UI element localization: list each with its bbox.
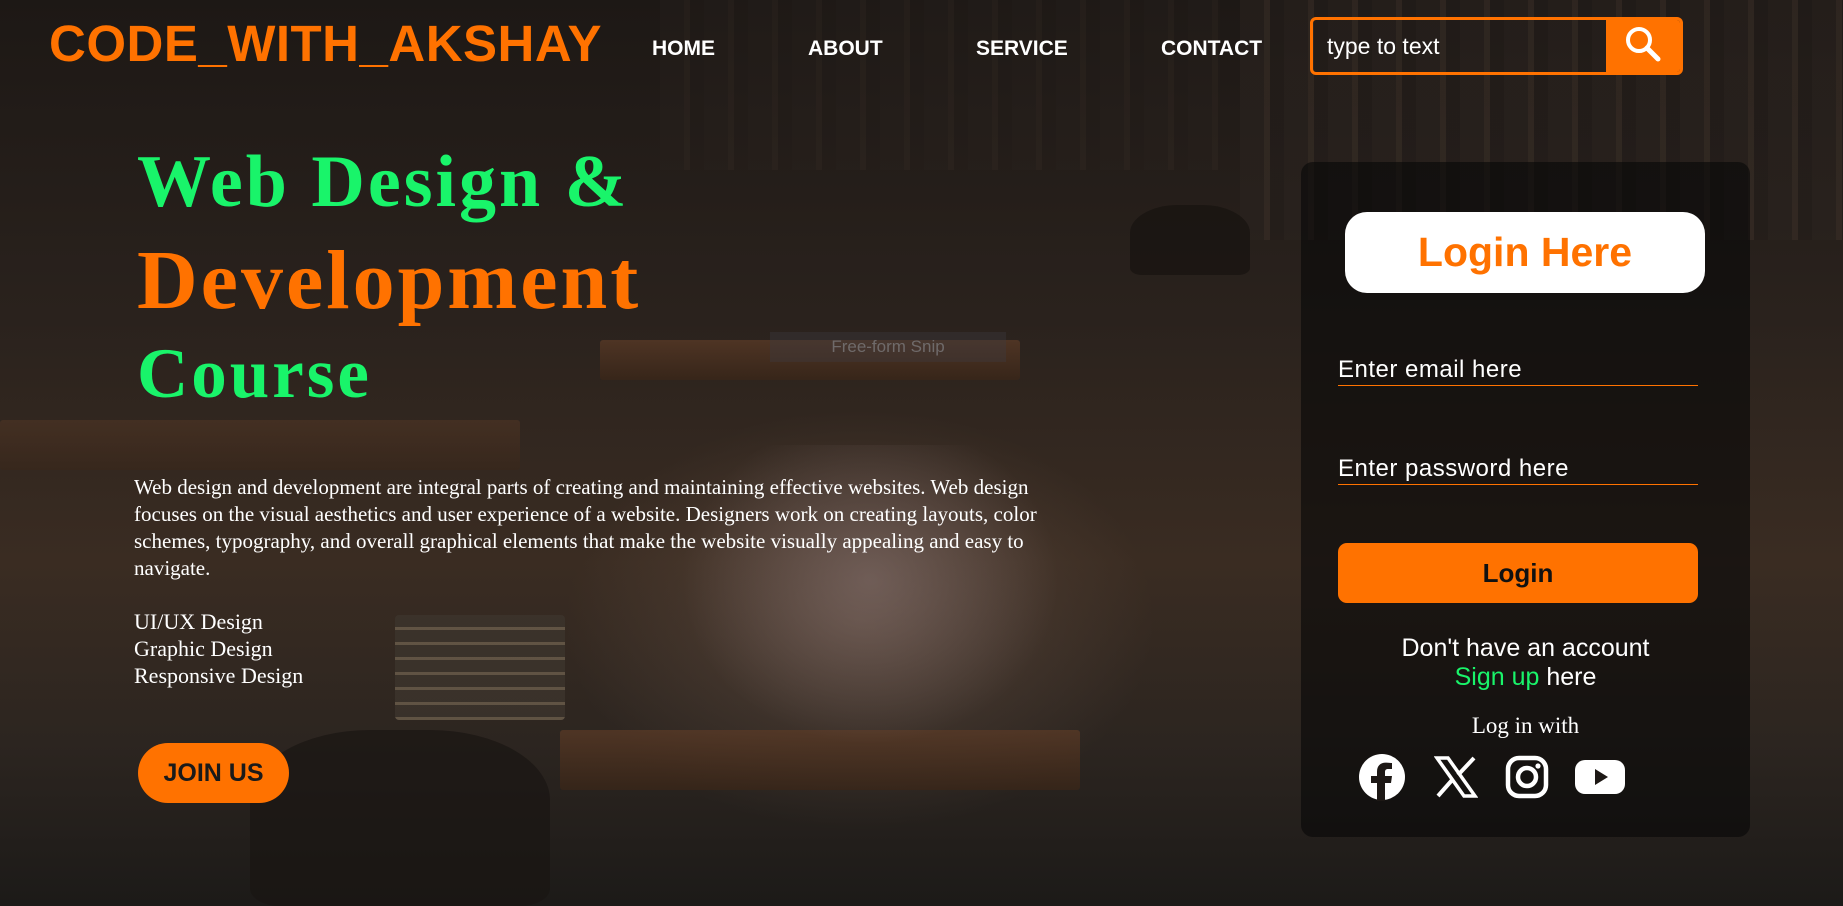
service-item: Responsive Design (134, 663, 304, 688)
chair-background (1130, 205, 1250, 275)
search-input[interactable] (1313, 20, 1611, 72)
hero-description: Web design and development are integral … (134, 475, 1037, 580)
search-box (1310, 17, 1683, 75)
service-list: UI/UX Design Graphic Design Responsive D… (134, 608, 303, 689)
login-heading: Login Here (1345, 212, 1705, 293)
nav-about[interactable]: ABOUT (808, 37, 883, 61)
books-stack-background (395, 615, 565, 720)
chair-background (250, 730, 550, 906)
nav-home[interactable]: HOME (652, 37, 715, 61)
youtube-icon[interactable] (1574, 751, 1626, 803)
hero-title-line1: Web Design & (137, 141, 630, 223)
service-item: Graphic Design (134, 636, 273, 661)
brand-logo[interactable]: CODE_WITH_AKSHAY (49, 14, 602, 73)
login-button[interactable]: Login (1338, 543, 1698, 603)
search-icon (1624, 25, 1662, 68)
nav-service[interactable]: SERVICE (976, 37, 1068, 61)
signup-line: Sign up here (1301, 663, 1750, 692)
x-icon[interactable] (1430, 751, 1482, 803)
bookshelf-background (660, 0, 1220, 170)
hero-title-line2: Development (137, 234, 642, 327)
signup-link[interactable]: Sign up (1455, 663, 1540, 691)
password-field[interactable] (1338, 454, 1698, 485)
instagram-icon[interactable] (1501, 751, 1553, 803)
facebook-icon[interactable] (1356, 751, 1408, 803)
signup-suffix: here (1539, 663, 1597, 691)
nav-contact[interactable]: CONTACT (1161, 37, 1262, 61)
no-account-text: Don't have an account (1401, 634, 1650, 662)
login-with-label: Log in with (1471, 713, 1580, 738)
email-field[interactable] (1338, 355, 1698, 386)
hero-title-line3: Course (137, 335, 372, 413)
desk-background (0, 420, 520, 470)
join-us-button[interactable]: JOIN US (138, 743, 289, 803)
free-form-snip-overlay: Free-form Snip (770, 332, 1006, 362)
service-item: UI/UX Design (134, 609, 263, 634)
search-button[interactable] (1606, 20, 1680, 72)
